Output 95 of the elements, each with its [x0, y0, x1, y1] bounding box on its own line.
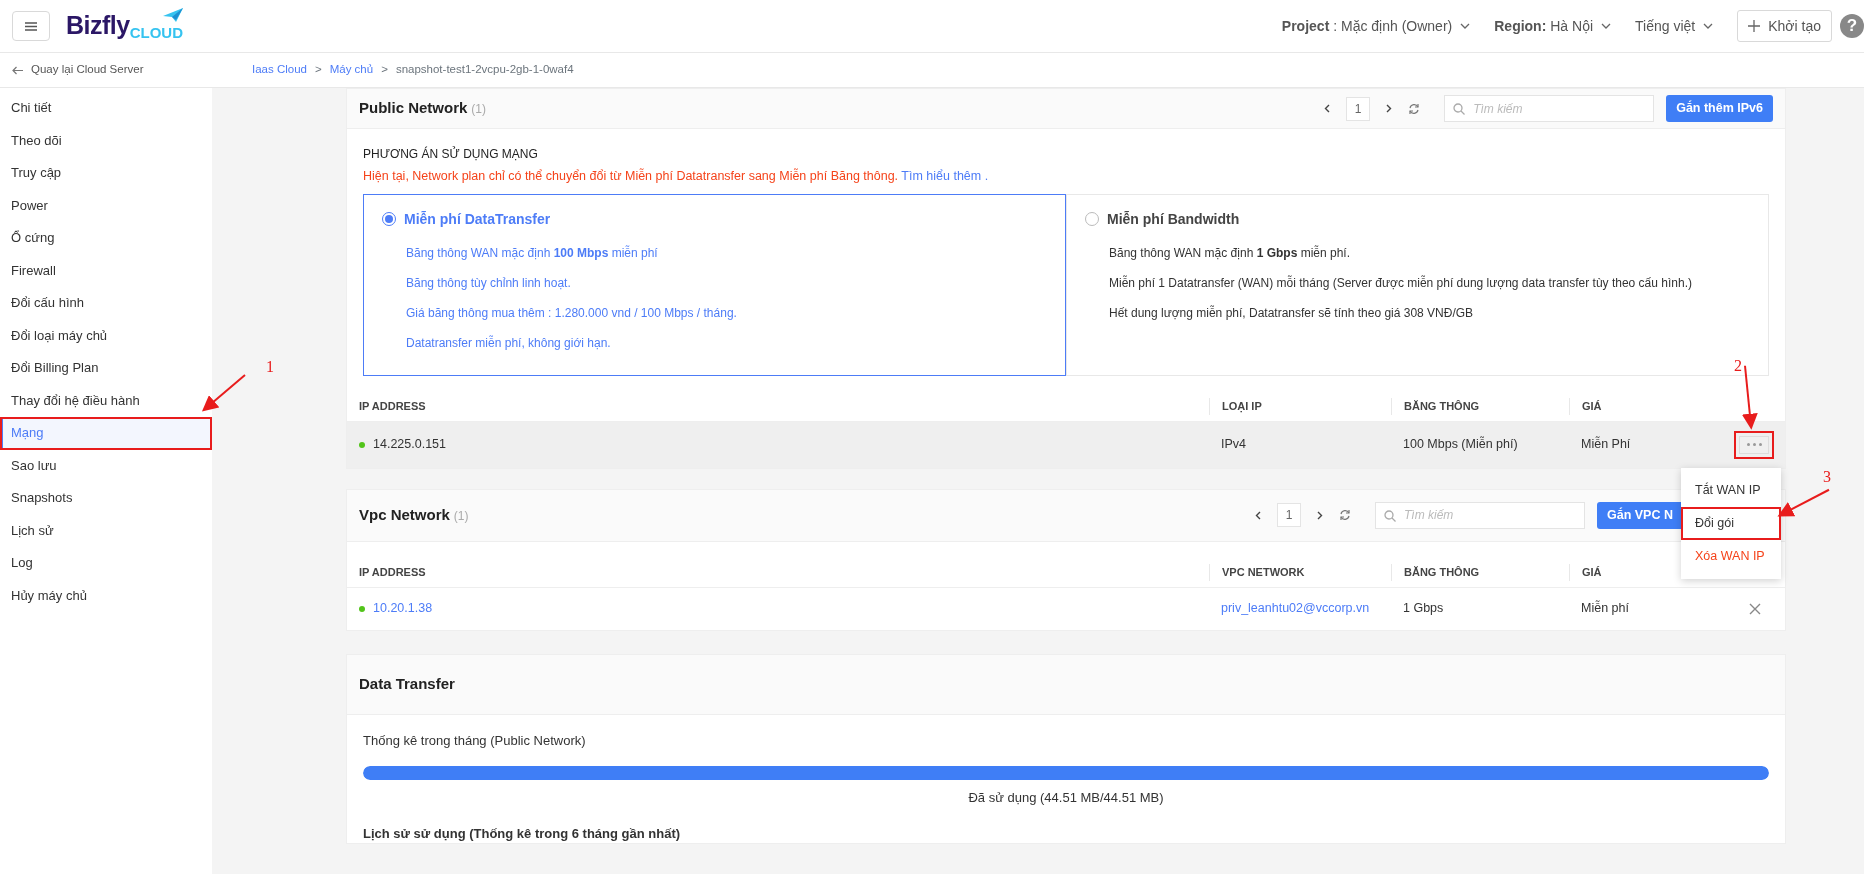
breadcrumb-current: snapshot-test1-2vcpu-2gb-1-0waf4: [395, 62, 574, 78]
column-header: IP ADDRESS: [358, 399, 427, 414]
language-selector[interactable]: Tiếng việt: [1635, 15, 1696, 37]
section-title: Vpc Network: [359, 505, 450, 525]
breadcrumb-separator: >: [381, 62, 388, 78]
close-icon[interactable]: [1749, 602, 1761, 615]
plan-feature: Băng thông WAN mặc định 1 Gbps miễn phí.: [1109, 244, 1352, 262]
stats-label: Thống kê trong tháng (Public Network): [363, 731, 587, 750]
plan-feature: Giá băng thông mua thêm : 1.280.000 vnd / 100 Mbps / tháng.: [406, 304, 738, 322]
table-row[interactable]: 14.225.0.151 IPv4 100 Mbps (Miễn phí) Miễn Phí: [347, 421, 1785, 468]
sidebar-item[interactable]: Truy cập: [0, 157, 212, 190]
plan-title: Miễn phí DataTransfer: [404, 209, 551, 229]
region-selector[interactable]: Region: Hà Nội: [1494, 15, 1594, 37]
table-cell: 100 Mbps (Miễn phí): [1403, 437, 1518, 452]
previous-page-icon[interactable]: [1255, 510, 1261, 520]
learn-more-link[interactable]: Tìm hiểu thêm .: [901, 169, 989, 183]
annotation-number: 1: [266, 357, 274, 377]
sidebar-item[interactable]: Snapshots: [0, 482, 212, 515]
table-link[interactable]: priv_leanhtu02@vccorp.vn: [1221, 601, 1370, 616]
sidebar-item[interactable]: Firewall: [0, 254, 212, 287]
usage-text: Đã sử dụng (44.51 MB/44.51 MB): [968, 790, 1164, 806]
refresh-icon[interactable]: [1339, 509, 1351, 522]
menu-item[interactable]: Đổi gói: [1681, 506, 1781, 540]
table-link[interactable]: 10.20.1.38: [373, 601, 433, 616]
menu-item[interactable]: Tắt WAN IP: [1681, 473, 1781, 507]
column-header: IP ADDRESS: [358, 565, 427, 580]
menu-button[interactable]: [12, 11, 50, 41]
status-dot: [359, 442, 365, 449]
breadcrumb-link[interactable]: Máy chủ: [329, 61, 374, 79]
column-header: BĂNG THÔNG: [1391, 564, 1569, 581]
section-title: Data Transfer: [359, 674, 455, 694]
table-cell: Miễn phí: [1581, 601, 1629, 616]
breadcrumb-separator: >: [315, 62, 322, 78]
sidebar-item[interactable]: Theo dõi: [0, 124, 212, 157]
menu-icon[interactable]: [25, 21, 37, 31]
item-count: (1): [471, 101, 487, 119]
sidebar-item[interactable]: Đổi loại máy chủ: [0, 319, 212, 352]
sidebar-item[interactable]: Đổi cấu hình: [0, 287, 212, 320]
page-number[interactable]: 1: [1346, 96, 1371, 121]
plan-feature: Miễn phí 1 Datatransfer (WAN) mỗi tháng (Server được miễn phí dung lượng data transfer tùy theo cấu hình.): [1109, 274, 1693, 292]
sidebar-item[interactable]: Chi tiết: [0, 92, 212, 125]
table-cell: 1 Gbps: [1403, 601, 1444, 616]
notice-text: Hiện tại, Network plan chỉ có thể chuyển đổi từ Miễn phí Datatransfer sang Miễn phí Băng thông.: [363, 169, 899, 183]
sidebar-item[interactable]: Đổi Billing Plan: [0, 352, 212, 385]
page-number[interactable]: 1: [1277, 503, 1301, 528]
next-page-icon[interactable]: [1317, 510, 1323, 520]
table-cell: IPv4: [1221, 437, 1246, 452]
sidebar-item[interactable]: Lịch sử: [0, 514, 212, 547]
sidebar-item[interactable]: Thay đổi hệ điều hành: [0, 384, 212, 417]
annotation-arrow: [201, 374, 246, 412]
next-page-icon[interactable]: [1386, 104, 1393, 113]
plan-card[interactable]: Miễn phí DataTransfer Băng thông WAN mặc định 100 Mbps miễn phí Băng thông tùy chỉnh linh hoạt. Giá băng thông mua thêm : 1.280.000 vnd / 100 Mbps / tháng. Datatransfer miễn phí, không giới hạn.: [363, 193, 1066, 376]
plan-feature: Datatransfer miễn phí, không giới hạn.: [406, 334, 612, 352]
plan-feature: Hết dung lượng miễn phí, Datatransfer sẽ tính theo giá 308 VNĐ/GB: [1109, 304, 1475, 322]
section-title: Public Network: [359, 98, 468, 119]
annotation-arrow: [1741, 364, 1758, 430]
chevron-down-icon: [1703, 23, 1714, 29]
create-button[interactable]: Khởi tạo: [1737, 10, 1832, 42]
action-button[interactable]: Gắn thêm IPv6: [1666, 95, 1773, 122]
plan-feature: Băng thông WAN mặc định 100 Mbps miễn phí: [406, 244, 659, 262]
status-dot: [359, 606, 365, 613]
annotation-number: 2: [1734, 355, 1742, 376]
sidebar-item[interactable]: Sao lưu: [0, 449, 212, 482]
back-link[interactable]: Quay lại Cloud Server: [0, 61, 252, 79]
search-field[interactable]: Tìm kiếm: [1375, 501, 1585, 529]
help-button[interactable]: ?: [1840, 14, 1864, 38]
sidebar-item[interactable]: Power: [0, 189, 212, 222]
table-cell: 14.225.0.151: [373, 437, 446, 452]
item-count: (1): [453, 508, 469, 525]
paper-plane-icon: [163, 8, 183, 23]
sidebar-item[interactable]: Ổ cứng: [0, 222, 212, 255]
chevron-down-icon: [1601, 23, 1612, 29]
column-header: VPC NETWORK: [1209, 564, 1391, 581]
sidebar-item[interactable]: Log: [0, 547, 212, 580]
breadcrumb-link[interactable]: Iaas Cloud: [252, 61, 307, 79]
sidebar-item[interactable]: Hủy máy chủ: [0, 579, 212, 612]
section-heading: PHƯƠNG ÁN SỬ DỤNG MẠNG: [363, 145, 539, 163]
sidebar-item[interactable]: Mạng: [0, 417, 212, 450]
column-header: LOẠI IP: [1209, 398, 1391, 415]
history-title: Lịch sử sử dụng (Thống kê trong 6 tháng gần nhất): [363, 824, 682, 843]
column-header: BĂNG THÔNG: [1391, 398, 1569, 415]
column-header: GIÁ: [1569, 398, 1785, 415]
plus-icon[interactable]: [1748, 20, 1761, 32]
project-selector[interactable]: Project : Mặc định (Owner): [1281, 15, 1453, 37]
previous-page-icon[interactable]: [1324, 104, 1331, 113]
plan-title: Miễn phí Bandwidth: [1107, 209, 1240, 229]
refresh-icon[interactable]: [1408, 102, 1421, 115]
annotation-arrow: [1777, 488, 1830, 517]
search-field[interactable]: Tìm kiếm: [1444, 95, 1655, 122]
chevron-down-icon: [1460, 23, 1471, 29]
plan-card[interactable]: [1066, 193, 1769, 376]
annotation-number: 3: [1823, 466, 1831, 487]
table-cell: Miễn Phí: [1581, 437, 1631, 452]
arrow-left-icon[interactable]: [12, 65, 23, 75]
plan-feature: Băng thông tùy chỉnh linh hoạt.: [406, 274, 572, 292]
